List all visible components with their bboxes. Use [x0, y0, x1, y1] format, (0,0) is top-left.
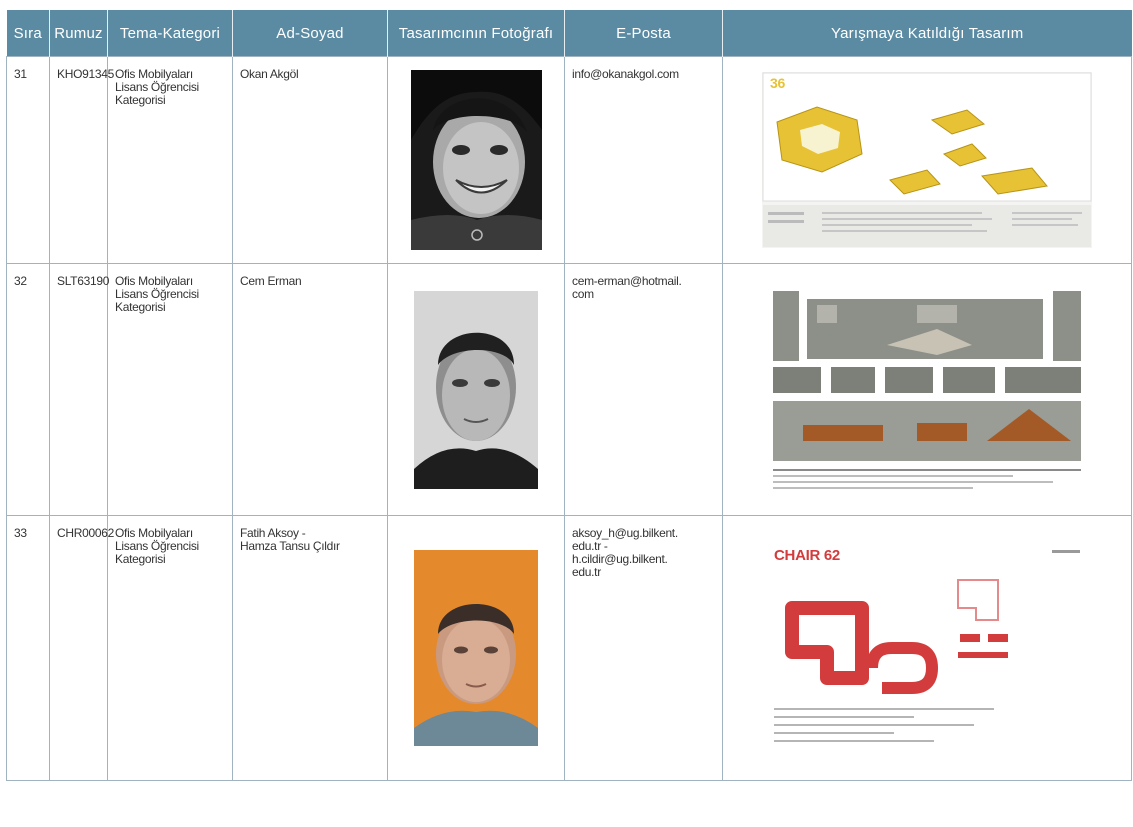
header-tema-kategori: Tema-Kategori [107, 10, 233, 57]
cell-photo [387, 263, 565, 516]
cell-sira: 33 [6, 515, 50, 781]
cell-email: info@okanakgol.com [564, 56, 723, 264]
designer-table-wrapper: Sıra Rumuz Tema-Kategori Ad-Soyad Tasarı… [6, 10, 1132, 781]
name-line: Cem Erman [240, 274, 302, 288]
cell-rumuz: KHO91345 [49, 56, 114, 264]
header-photo: Tasarımcının Fotoğrafı [387, 10, 565, 57]
cell-sira: 32 [6, 263, 50, 516]
email-line: com [572, 287, 594, 301]
header-rumuz: Rumuz [49, 10, 108, 57]
kategori-line: Kategorisi [115, 552, 166, 566]
header-design: Yarışmaya Katıldığı Tasarım [722, 10, 1132, 57]
header-row: Sıra Rumuz Tema-Kategori Ad-Soyad Tasarı… [6, 10, 1132, 57]
cell-ad-soyad: Cem Erman [232, 263, 388, 516]
cell-email: cem-erman@hotmail. com [564, 263, 723, 516]
cell-rumuz: CHR00062 [49, 515, 114, 781]
design-image: 36 [762, 72, 1092, 248]
designer-photo [410, 70, 542, 250]
email-line: info@okanakgol.com [572, 67, 679, 81]
name-line: Hamza Tansu Çıldır [240, 539, 340, 553]
email-line: edu.tr [572, 565, 601, 579]
header-ad-soyad: Ad-Soyad [232, 10, 388, 57]
designer-table: Sıra Rumuz Tema-Kategori Ad-Soyad Tasarı… [6, 10, 1132, 781]
cell-kategori: Ofis Mobilyaları Lisans Öğrencisi Katego… [107, 56, 233, 264]
cell-kategori: Ofis Mobilyaları Lisans Öğrencisi Katego… [107, 263, 233, 516]
name-line: Okan Akgöl [240, 67, 299, 81]
designer-photo [414, 290, 538, 489]
header-email: E-Posta [564, 10, 723, 57]
cell-photo [387, 515, 565, 781]
cell-email: aksoy_h@ug.bilkent. edu.tr - h.cildir@ug… [564, 515, 723, 781]
design-logo: 36 [770, 75, 785, 91]
table-row: 31 KHO91345 Ofis Mobilyaları Lisans Öğre… [6, 56, 1132, 264]
cell-design: 36 [722, 56, 1132, 264]
table-row: 33 CHR00062 Ofis Mobilyaları Lisans Öğre… [6, 515, 1132, 781]
kategori-line: Kategorisi [115, 300, 166, 314]
cell-design [722, 263, 1132, 516]
designer-photo [414, 550, 538, 746]
cell-rumuz: SLT63190 [49, 263, 109, 516]
cell-ad-soyad: Okan Akgöl [232, 56, 388, 264]
cell-sira: 31 [6, 56, 50, 264]
cell-ad-soyad: Fatih Aksoy - Hamza Tansu Çıldır [232, 515, 388, 781]
cell-design: CHAIR 62 [722, 515, 1132, 781]
header-sira: Sıra [6, 10, 50, 57]
table-row: 32 SLT63190 Ofis Mobilyaları Lisans Öğre… [6, 263, 1132, 516]
design-image [767, 284, 1087, 495]
cell-kategori: Ofis Mobilyaları Lisans Öğrencisi Katego… [107, 515, 233, 781]
design-image: CHAIR 62 [762, 538, 1092, 758]
design-logo: CHAIR 62 [774, 547, 840, 564]
kategori-line: Kategorisi [115, 93, 166, 107]
cell-photo [387, 56, 565, 264]
